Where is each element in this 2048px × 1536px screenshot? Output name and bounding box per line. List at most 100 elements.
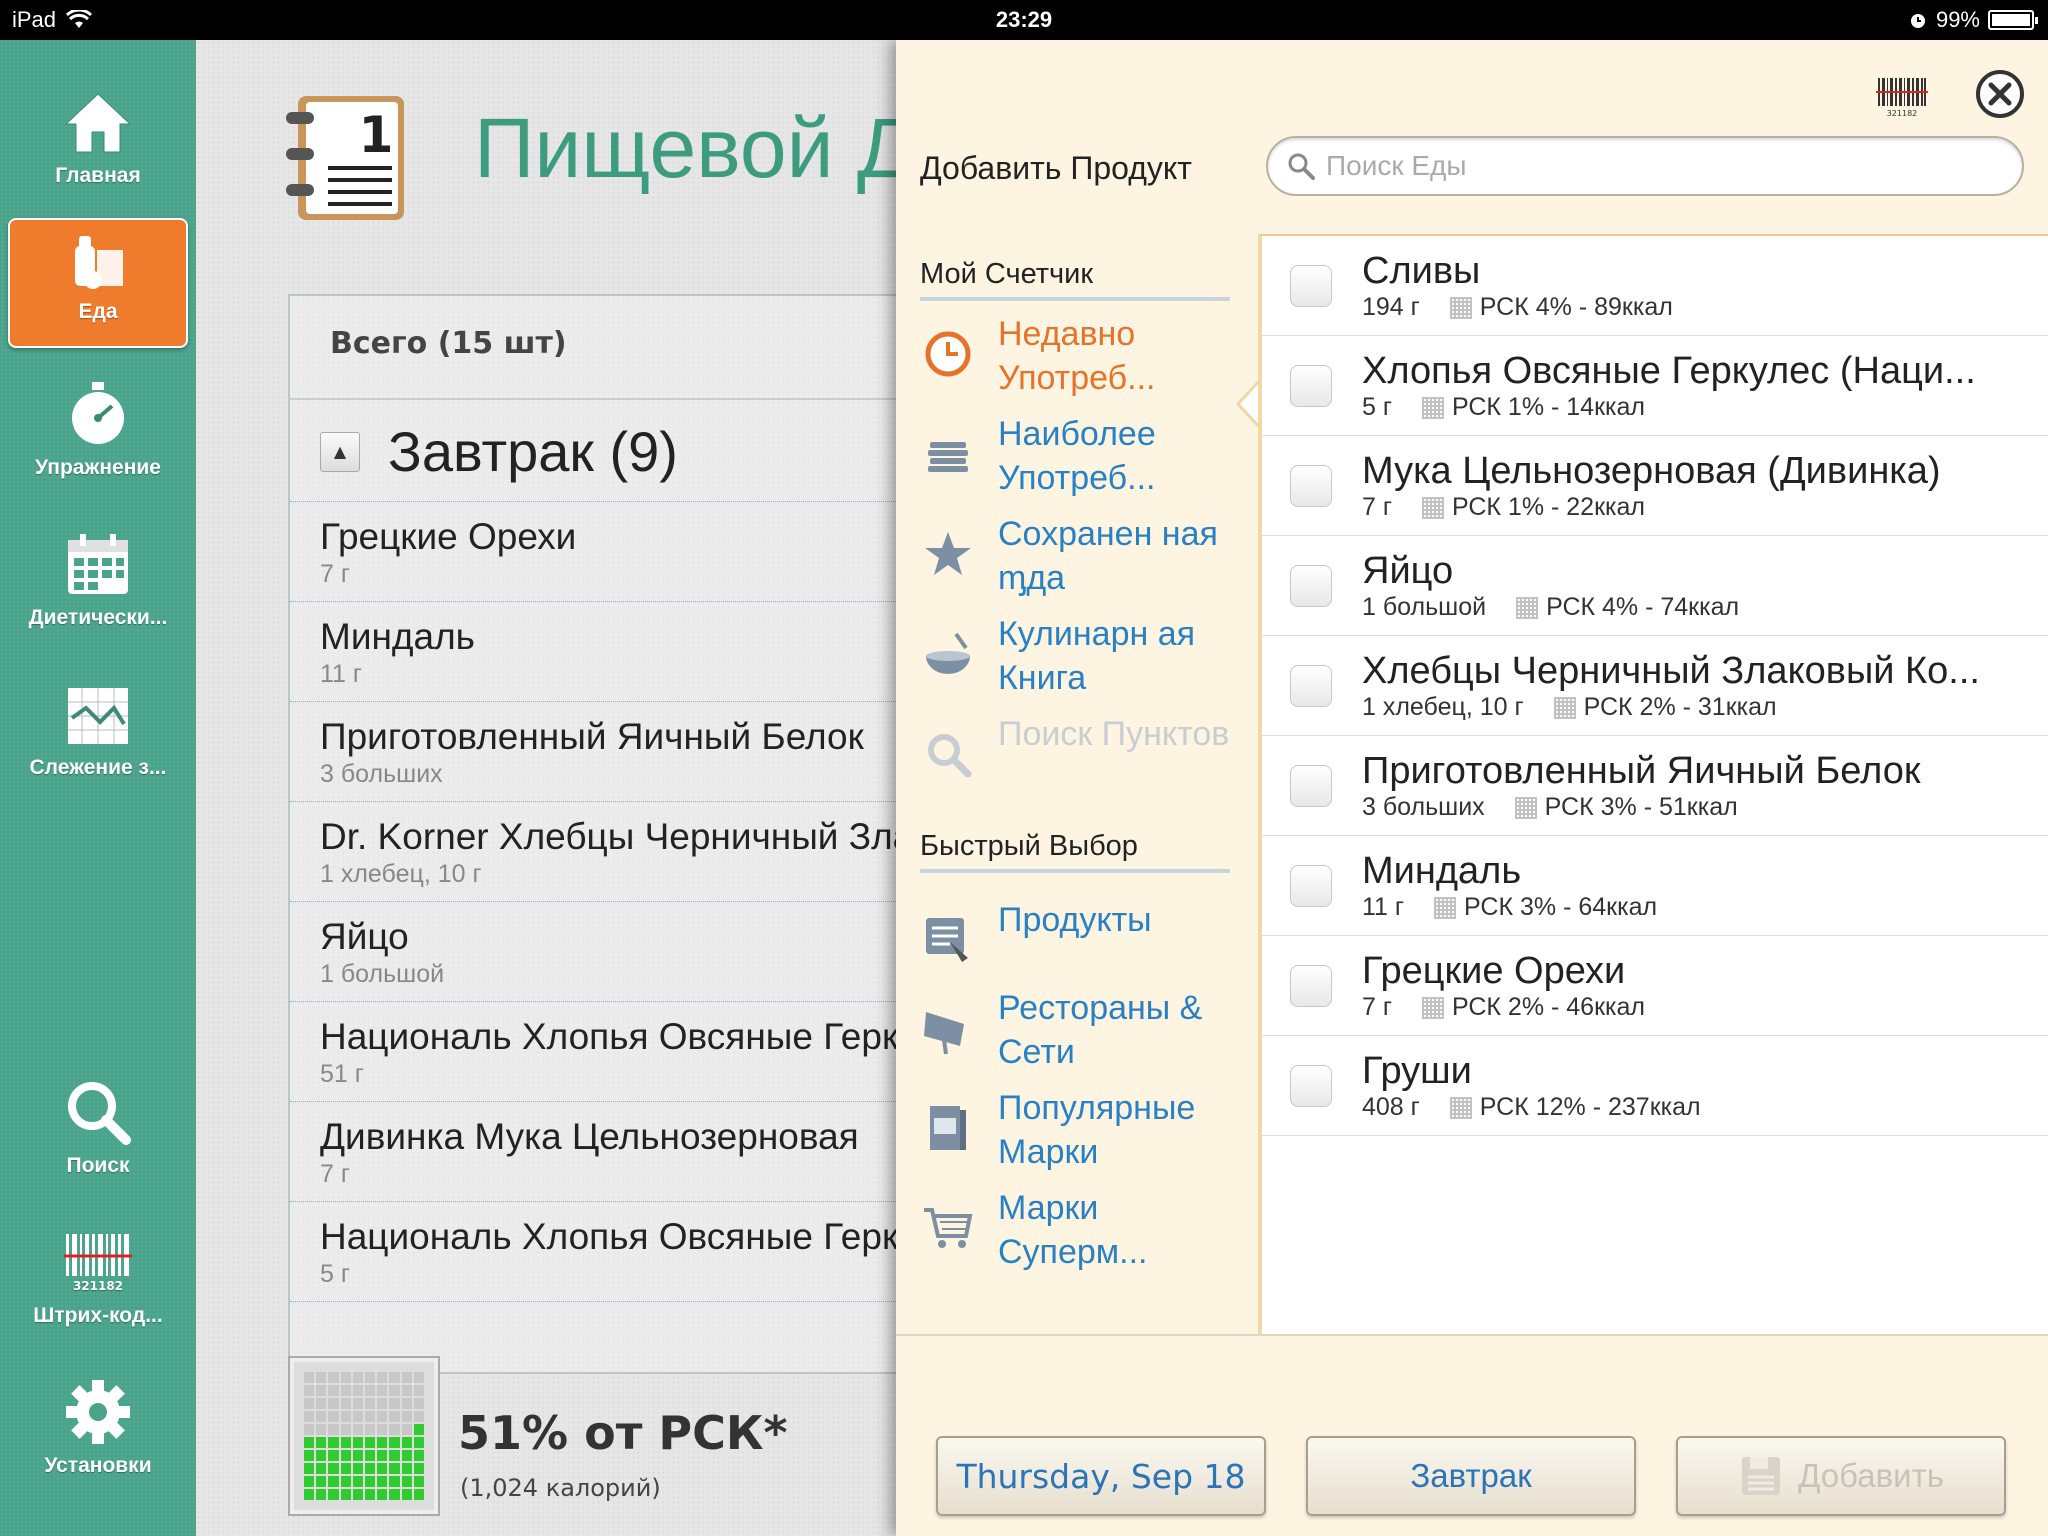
sidebar-item-search[interactable]: Поиск <box>8 1076 188 1178</box>
sidebar-item-barcode[interactable]: 321182 Штрих-код... <box>8 1226 188 1328</box>
rdi-cell <box>389 1489 400 1500</box>
result-name: Приготовленный Яичный Белок <box>1362 750 1921 792</box>
diary-food-row[interactable]: Националь Хлопья Овсяные Геркулес 51 г <box>290 1002 896 1102</box>
rdi-grid-icon <box>1449 1096 1472 1119</box>
rdi-summary: 51% от РСК* (1,024 калорий) <box>288 1356 896 1516</box>
rdi-cell <box>364 1450 376 1461</box>
rdi-cell <box>304 1372 315 1383</box>
diary-food-row[interactable]: Националь Хлопья Овсяные Геркулес 5 г <box>290 1202 896 1302</box>
food-list-icon <box>926 918 968 962</box>
section-title: Завтрак (9) <box>388 420 678 483</box>
menu-restaurants[interactable]: Рестораны & Сети <box>920 986 1230 1074</box>
diary-food-row[interactable]: Dr. Korner Хлебцы Черничный Злаковый 1 хл… <box>290 802 896 902</box>
sidebar-item-tracking[interactable]: Слежение з... <box>8 678 188 780</box>
sidebar-item-label: Упражнение <box>35 456 161 479</box>
food-search-input[interactable] <box>1326 150 1976 182</box>
rdi-cell <box>340 1424 351 1435</box>
diary-food-row[interactable]: Дивинка Мука Цельнозерновая 7 г <box>290 1102 896 1202</box>
rdi-cell <box>316 1372 327 1383</box>
total-row: Всего (15 шт) <box>290 296 896 400</box>
sidebar-item-settings[interactable]: Установки <box>8 1376 188 1478</box>
diary-food-row[interactable]: Миндаль 11 г <box>290 602 896 702</box>
collapse-button[interactable]: ▲ <box>320 431 360 472</box>
menu-cookbook[interactable]: Кулинарн ая Книга <box>920 612 1230 700</box>
meal-button[interactable]: Завтрак <box>1306 1436 1636 1516</box>
select-checkbox[interactable] <box>1290 464 1332 507</box>
rdi-cell <box>316 1424 327 1435</box>
rdi-cell <box>377 1489 388 1500</box>
select-checkbox[interactable] <box>1290 664 1332 707</box>
diary-food-row[interactable]: Яйцо 1 большой <box>290 902 896 1002</box>
menu-popular-brands[interactable]: Популярные Марки <box>920 1086 1230 1174</box>
rdi-cell <box>377 1411 388 1422</box>
rdi-cell <box>413 1437 424 1448</box>
diary-food-row[interactable]: Грецкие Орехи 7 г <box>290 502 896 602</box>
rdi-cell <box>328 1398 339 1409</box>
close-icon[interactable] <box>1972 66 2028 122</box>
sidebar-item-exercise[interactable]: Упражнение <box>8 378 188 480</box>
clock-icon <box>925 331 971 377</box>
rdi-cell <box>364 1411 376 1422</box>
select-checkbox[interactable] <box>1290 864 1332 907</box>
select-checkbox[interactable] <box>1290 764 1332 807</box>
calendar-icon <box>68 534 128 594</box>
menu-saved-food[interactable]: Сохранен ная ᶆда <box>920 512 1230 600</box>
result-serving: 1 большой <box>1362 593 1487 621</box>
food-serving: 7 г <box>320 1160 350 1188</box>
result-name: Грецкие Орехи <box>1362 950 1626 992</box>
barcode-scan-button[interactable]: 321182 <box>1876 70 1928 122</box>
section-header-breakfast[interactable]: ▲ Завтрак (9) <box>290 402 896 502</box>
search-icon <box>68 1082 131 1145</box>
food-name: Dr. Korner Хлебцы Черничный Злаковый <box>320 816 896 857</box>
rdi-cell <box>328 1385 339 1396</box>
list-item[interactable]: Миндаль 11 г РСК 3% - 64ккал <box>1262 836 2048 936</box>
select-checkbox[interactable] <box>1290 564 1332 607</box>
rdi-cell <box>352 1424 363 1435</box>
battery-percent: 99% <box>1935 7 1980 32</box>
list-item[interactable]: Груши 408 г РСК 12% - 237ккал <box>1262 1036 2048 1136</box>
rdi-cell <box>377 1437 388 1448</box>
rdi-cell <box>328 1411 339 1422</box>
date-button[interactable]: Thursday, Sep 18 <box>936 1436 1266 1516</box>
list-item[interactable]: Мука Цельнозерновая (Дивинка) 7 г РСК 1% … <box>1262 436 2048 536</box>
select-checkbox[interactable] <box>1290 364 1332 407</box>
menu-supermarket-brands[interactable]: Марки Суперм... <box>920 1186 1230 1274</box>
stack-icon <box>928 442 968 472</box>
menu-foods[interactable]: Продукты <box>920 898 1230 968</box>
rdi-cell <box>340 1489 351 1500</box>
sidebar-item-home[interactable]: Главная <box>8 86 188 188</box>
mixing-bowl-icon <box>926 632 970 674</box>
rdi-cell <box>328 1437 339 1448</box>
list-item[interactable]: Сливы 194 г РСК 4% - 89ккал <box>1262 236 2048 336</box>
food-search-field[interactable] <box>1266 136 2024 196</box>
select-checkbox[interactable] <box>1290 964 1332 1007</box>
result-rdi: РСК 2% - 46ккал <box>1451 993 1645 1021</box>
select-checkbox[interactable] <box>1290 1064 1332 1107</box>
shopping-cart-icon <box>924 1208 973 1248</box>
sidebar-item-food[interactable]: Еда <box>8 218 188 348</box>
rdi-cell <box>413 1489 424 1500</box>
list-item[interactable]: Приготовленный Яичный Белок 3 больших РСК… <box>1262 736 2048 836</box>
list-item[interactable]: Хлопья Овсяные Геркулес (Наци... 5 г РСК … <box>1262 336 2048 436</box>
clock: 23:29 <box>995 7 1053 32</box>
diary-food-row[interactable]: Приготовленный Яичный Белок 3 больших <box>290 702 896 802</box>
barcode-digits: 321182 <box>73 1279 123 1293</box>
rdi-grid-icon <box>1421 996 1444 1019</box>
menu-most-used[interactable]: Наиболее Употреб... <box>920 412 1230 500</box>
rdi-cell <box>340 1437 351 1448</box>
menu-label: Кулинарн ая Книга <box>998 615 1196 697</box>
home-icon <box>64 93 132 153</box>
list-item[interactable]: Яйцо 1 большой РСК 4% - 74ккал <box>1262 536 2048 636</box>
rdi-cell <box>389 1450 400 1461</box>
menu-label: Марки Суперм... <box>998 1189 1148 1271</box>
rdi-cell <box>389 1424 400 1435</box>
result-serving: 11 г <box>1362 893 1405 921</box>
menu-recently-used[interactable]: Недавно Употреб... <box>920 312 1230 400</box>
rdi-cell <box>389 1411 400 1422</box>
select-checkbox[interactable] <box>1290 264 1332 307</box>
list-item[interactable]: Хлебцы Черничный Злаковый Ко... 1 хлебец… <box>1262 636 2048 736</box>
list-item[interactable]: Грецкие Орехи 7 г РСК 2% - 46ккал <box>1262 936 2048 1036</box>
result-rdi: РСК 1% - 14ккал <box>1451 393 1645 421</box>
sidebar-item-diet-calendar[interactable]: Диетически... <box>8 528 188 630</box>
result-serving: 3 больших <box>1362 793 1485 821</box>
